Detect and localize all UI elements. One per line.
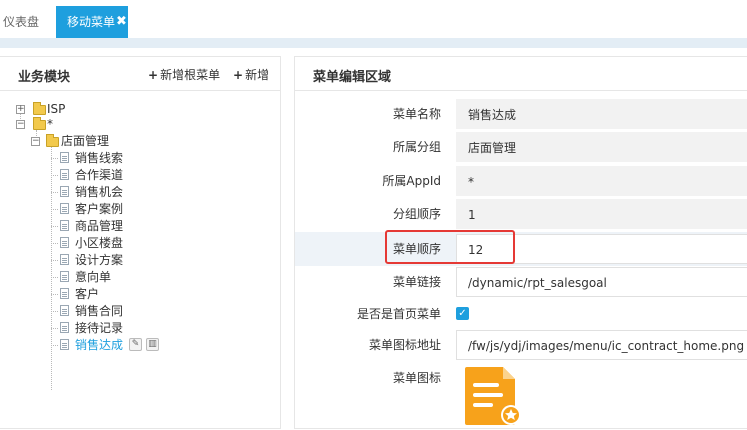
tree-item-label: 客户案例 xyxy=(75,202,124,216)
document-icon xyxy=(60,271,69,282)
folder-open-icon xyxy=(33,117,46,130)
tree-line xyxy=(51,226,58,227)
homepage-checkbox[interactable]: ✓ xyxy=(456,307,469,320)
tree-item-label: 销售机会 xyxy=(75,185,124,199)
contract-document-icon xyxy=(463,365,521,427)
plus-icon: + xyxy=(233,68,244,82)
document-icon xyxy=(60,203,69,214)
form-row-menu-order: 菜单顺序 12 xyxy=(295,230,747,266)
document-icon xyxy=(60,254,69,265)
form-row-icon-url: 菜单图标地址 /fw/js/ydj/images/menu/ic_contrac… xyxy=(295,330,747,360)
highlight-box xyxy=(385,230,515,264)
document-icon xyxy=(60,152,69,163)
edit-icon[interactable]: ✎ xyxy=(129,338,142,351)
document-icon xyxy=(60,237,69,248)
tree-line xyxy=(51,209,58,210)
tree-item-label: 设计方案 xyxy=(75,253,124,267)
tree-line xyxy=(51,147,52,390)
appid-field[interactable]: * xyxy=(456,166,747,196)
tree-item-label: 客户 xyxy=(75,287,100,301)
document-icon xyxy=(60,186,69,197)
icon-url-input[interactable]: /fw/js/ydj/images/menu/ic_contract_home.… xyxy=(456,330,747,360)
collapse-icon[interactable]: − xyxy=(16,120,25,129)
document-icon xyxy=(60,288,69,299)
tree-item-label: 小区楼盘 xyxy=(75,236,124,250)
panel-title: 菜单编辑区域 xyxy=(313,70,392,85)
tree-item-label: 接待记录 xyxy=(75,321,124,335)
tab-bar: 仪表盘 移动菜单 ✖ xyxy=(0,0,747,38)
document-icon xyxy=(60,220,69,231)
document-icon xyxy=(60,322,69,333)
tree-line xyxy=(51,345,58,346)
document-icon xyxy=(60,305,69,316)
add-root-menu-button[interactable]: + 新增根菜单 xyxy=(148,66,220,83)
document-icon xyxy=(60,169,69,180)
tree-item-label: 销售线索 xyxy=(75,151,124,165)
form-row-menu-name: 菜单名称 销售达成 xyxy=(295,99,747,129)
tree-item-label: 商品管理 xyxy=(75,219,124,233)
add-menu-button[interactable]: + 新增 xyxy=(233,66,269,83)
delete-icon[interactable]: ▥ xyxy=(146,338,159,351)
tree-node-label: * xyxy=(47,117,53,131)
tab-mobile-menu-label: 移动菜单 xyxy=(67,15,116,29)
field-label: 是否是首页菜单 xyxy=(356,307,441,321)
form-row-menu-link: 菜单链接 /dynamic/rpt_salesgoal xyxy=(295,267,747,297)
tree-node-label: ISP xyxy=(47,102,66,116)
menu-edit-panel: 菜单编辑区域 菜单名称 销售达成 所属分组 店面管理 所属AppId * 分组顺… xyxy=(294,56,747,429)
field-label: 菜单链接 xyxy=(392,275,441,289)
form-row-icon: 菜单图标 xyxy=(295,363,747,393)
left-panel-header: 业务模块 + 新增根菜单 + 新增 xyxy=(0,57,280,91)
form-row-group: 所属分组 店面管理 xyxy=(295,132,747,162)
folder-open-icon xyxy=(46,134,59,147)
tree-item-label: 合作渠道 xyxy=(75,168,124,182)
tree-line xyxy=(51,311,58,312)
group-order-field[interactable]: 1 xyxy=(456,199,747,229)
expand-icon[interactable]: + xyxy=(16,105,25,114)
add-menu-label: 新增 xyxy=(245,68,270,82)
right-panel-header: 菜单编辑区域 xyxy=(295,57,747,91)
form-row-group-order: 分组顺序 1 xyxy=(295,199,747,229)
form-row-homepage: 是否是首页菜单 ✓ xyxy=(295,300,747,328)
tree-item-label: 意向单 xyxy=(75,270,112,284)
folder-icon xyxy=(33,102,46,115)
close-icon[interactable]: ✖ xyxy=(116,6,127,38)
toolbar-strip xyxy=(0,38,747,48)
tree-line xyxy=(51,243,58,244)
document-icon xyxy=(60,339,69,350)
tab-mobile-menu[interactable]: 移动菜单 ✖ xyxy=(56,6,128,38)
collapse-icon[interactable]: − xyxy=(31,137,40,146)
plus-icon: + xyxy=(148,68,159,82)
tree-line xyxy=(51,328,58,329)
group-field[interactable]: 店面管理 xyxy=(456,132,747,162)
menu-name-field[interactable]: 销售达成 xyxy=(456,99,747,129)
tree-node-label: 店面管理 xyxy=(61,134,110,148)
panel-title: 业务模块 xyxy=(18,70,71,85)
add-root-menu-label: 新增根菜单 xyxy=(160,68,221,82)
tree-item-label: 销售达成 xyxy=(75,338,124,352)
field-label: 菜单图标地址 xyxy=(368,338,441,352)
tree-line xyxy=(51,294,58,295)
business-module-panel: 业务模块 + 新增根菜单 + 新增 + ISP − * − 店面管理 销售线索 … xyxy=(0,56,281,429)
tree-line xyxy=(51,192,58,193)
tree-line xyxy=(51,277,58,278)
tree-line xyxy=(51,175,58,176)
tree-line xyxy=(51,158,58,159)
tree-line xyxy=(51,260,58,261)
menu-link-input[interactable]: /dynamic/rpt_salesgoal xyxy=(456,267,747,297)
tree-item-label: 销售合同 xyxy=(75,304,124,318)
field-label: 所属分组 xyxy=(392,140,441,154)
field-label: 菜单图标 xyxy=(392,371,441,385)
field-label: 分组顺序 xyxy=(392,207,441,221)
form-row-appid: 所属AppId * xyxy=(295,166,747,196)
tab-dashboard[interactable]: 仪表盘 xyxy=(0,6,50,38)
field-label: 菜单名称 xyxy=(392,107,441,121)
field-label: 所属AppId xyxy=(382,174,441,188)
